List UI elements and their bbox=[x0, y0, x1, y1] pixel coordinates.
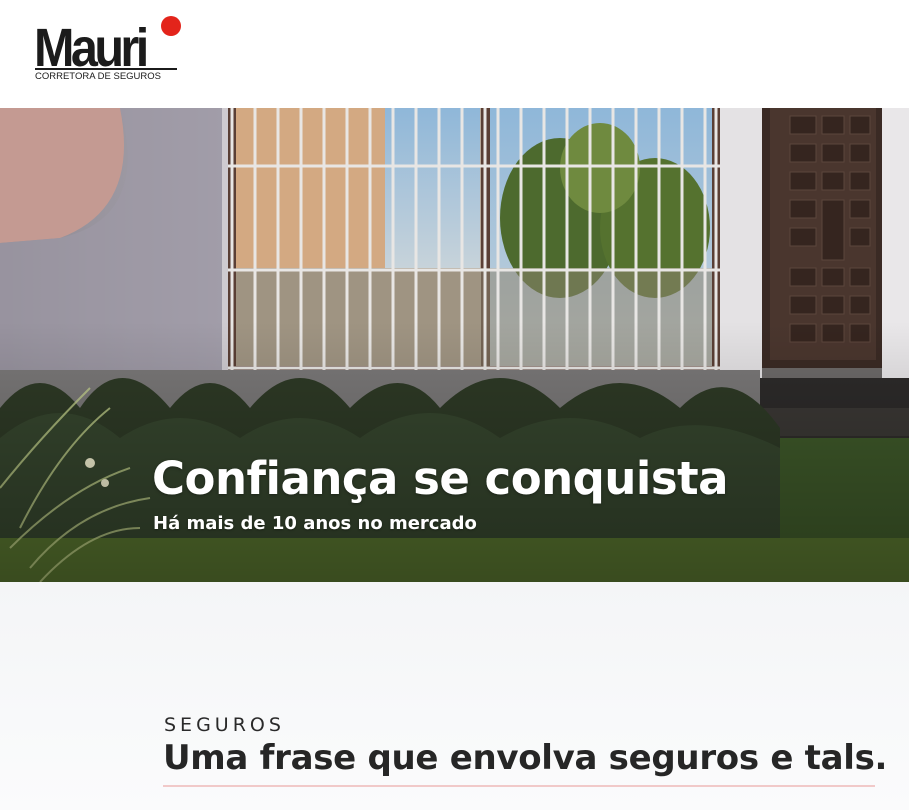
section-headline: Uma frase que envolva seguros e tals. bbox=[163, 738, 888, 778]
seguros-section: SEGUROS Uma frase que envolva seguros e … bbox=[0, 582, 909, 810]
hero-banner: Confiança se conquista Há mais de 10 ano… bbox=[0, 108, 909, 582]
hero-background-image bbox=[0, 108, 909, 582]
logo-red-dot bbox=[161, 16, 181, 36]
hero-subtitle: Há mais de 10 anos no mercado bbox=[153, 513, 477, 534]
mauri-logo[interactable]: Mauri CORRETORA DE SEGUROS bbox=[34, 16, 184, 86]
site-header: Mauri CORRETORA DE SEGUROS bbox=[0, 0, 909, 108]
headline-underline bbox=[163, 785, 875, 787]
logo-tagline: CORRETORA DE SEGUROS bbox=[35, 68, 177, 84]
section-eyebrow: SEGUROS bbox=[164, 714, 285, 736]
hero-title: Confiança se conquista bbox=[152, 452, 729, 505]
